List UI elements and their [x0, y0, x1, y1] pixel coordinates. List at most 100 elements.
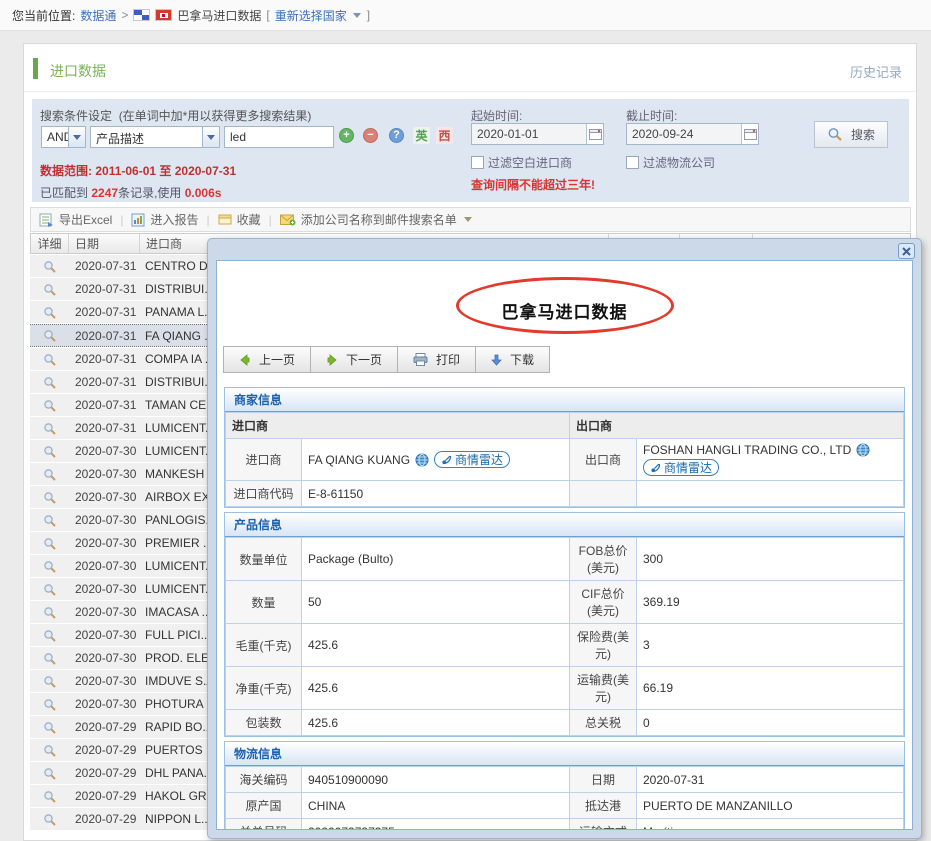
importer-radar-badge[interactable]: 商情雷达 — [434, 451, 510, 468]
search-conditions-box: 搜索条件设定 (在单词中加*用以获得更多搜索结果) AND 产品描述 + − ?… — [32, 99, 909, 202]
view-detail-icon — [43, 468, 56, 481]
field-value: Marítimo — [637, 819, 904, 831]
importer-name: FA QIANG KUANG — [308, 453, 410, 467]
detail-cell[interactable] — [30, 329, 68, 342]
detail-cell[interactable] — [30, 283, 68, 296]
globe-icon[interactable] — [856, 443, 870, 457]
detail-cell[interactable] — [30, 399, 68, 412]
reselect-country-link[interactable]: 重新选择国家 — [275, 7, 347, 24]
favorite-button[interactable]: 收藏 — [218, 211, 261, 228]
detail-cell[interactable] — [30, 514, 68, 527]
view-detail-icon — [43, 583, 56, 596]
detail-cell[interactable] — [30, 260, 68, 273]
results-toolbar: 导出Excel | 进入报告 | 收藏 | 添加公司名称到邮件搜索名单 — [30, 207, 911, 232]
keyword-input[interactable] — [224, 126, 334, 148]
favorite-label: 收藏 — [237, 211, 261, 228]
calendar-icon[interactable] — [741, 124, 758, 144]
field-label: 原产国 — [226, 793, 302, 819]
detail-cell[interactable] — [30, 721, 68, 734]
detail-cell[interactable] — [30, 629, 68, 642]
exporter-column-header: 出口商 — [570, 413, 904, 439]
add-company-to-mail-button[interactable]: 添加公司名称到邮件搜索名单 — [280, 211, 472, 228]
field-label: 总关税 — [570, 710, 637, 736]
detail-cell[interactable] — [30, 537, 68, 550]
search-button[interactable]: 搜索 — [814, 121, 888, 148]
add-company-to-mail-label: 添加公司名称到邮件搜索名单 — [301, 211, 457, 228]
date-cell: 2020-07-30 — [68, 467, 139, 481]
start-date-label: 起始时间: — [471, 107, 522, 124]
field-label: 毛重(千克) — [226, 624, 302, 667]
view-detail-icon — [43, 422, 56, 435]
importer-code-label: 进口商代码 — [226, 481, 302, 507]
detail-cell[interactable] — [30, 606, 68, 619]
match-count: 2247 — [91, 186, 118, 200]
exporter-radar-badge[interactable]: 商情雷达 — [643, 459, 719, 476]
detail-cell[interactable] — [30, 560, 68, 573]
detail-cell[interactable] — [30, 698, 68, 711]
field-label: 日期 — [570, 767, 637, 793]
detail-cell[interactable] — [30, 491, 68, 504]
add-condition-icon[interactable]: + — [339, 128, 354, 143]
radar-badge-label: 商情雷达 — [455, 451, 503, 468]
radar-icon — [650, 462, 661, 473]
prev-page-button[interactable]: 上一页 — [223, 346, 311, 373]
close-icon[interactable] — [898, 243, 915, 259]
export-excel-button[interactable]: 导出Excel — [39, 211, 112, 228]
product-section: 产品信息 数量单位Package (Bulto)FOB总价(美元)300数量50… — [224, 512, 905, 737]
logistics-row: 海关编码940510900090日期2020-07-31 — [226, 767, 904, 793]
detail-cell[interactable] — [30, 468, 68, 481]
help-icon[interactable]: ? — [389, 128, 404, 143]
end-date-input[interactable]: 2020-09-24 — [626, 123, 759, 145]
view-detail-icon — [43, 721, 56, 734]
merchant-section-title: 商家信息 — [225, 388, 904, 412]
bool-operator-select[interactable]: AND — [41, 126, 86, 148]
field-label: CIF总价(美元) — [570, 581, 637, 624]
lang-spanish-button[interactable]: 西 — [436, 127, 453, 144]
detail-cell[interactable] — [30, 376, 68, 389]
merchant-row: 进口商 FA QIANG KUANG 商情雷达 出口商 — [226, 439, 904, 481]
print-button[interactable]: 打印 — [397, 346, 476, 373]
next-page-button[interactable]: 下一页 — [310, 346, 398, 373]
start-date-input[interactable]: 2020-01-01 — [471, 123, 604, 145]
range-notice: 查询间隔不能超过三年! — [471, 176, 595, 193]
detail-cell[interactable] — [30, 422, 68, 435]
breadcrumb-home-link[interactable]: 数据通 — [80, 7, 116, 24]
importer-column-header: 进口商 — [226, 413, 570, 439]
detail-cell[interactable] — [30, 790, 68, 803]
detail-cell[interactable] — [30, 813, 68, 826]
remove-condition-icon[interactable]: − — [363, 128, 378, 143]
view-detail-icon — [43, 260, 56, 273]
column-header-date[interactable]: 日期 — [69, 234, 140, 253]
globe-icon[interactable] — [415, 453, 429, 467]
printer-icon — [413, 353, 428, 366]
date-cell: 2020-07-30 — [68, 490, 139, 504]
column-header-detail[interactable]: 详细 — [31, 234, 69, 253]
enter-report-button[interactable]: 进入报告 — [131, 211, 198, 228]
detail-cell[interactable] — [30, 306, 68, 319]
detail-cell[interactable] — [30, 767, 68, 780]
filter-blank-importer-label: 过滤空白进口商 — [488, 156, 572, 170]
logistics-section-title: 物流信息 — [225, 742, 904, 766]
detail-cell[interactable] — [30, 583, 68, 596]
product-row: 数量50CIF总价(美元)369.19 — [226, 581, 904, 624]
calendar-icon[interactable] — [586, 124, 603, 144]
detail-cell[interactable] — [30, 675, 68, 688]
date-cell: 2020-07-30 — [68, 628, 139, 642]
detail-cell[interactable] — [30, 744, 68, 757]
field-label: 保险费(美元) — [570, 624, 637, 667]
detail-cell[interactable] — [30, 445, 68, 458]
detail-cell[interactable] — [30, 353, 68, 366]
view-detail-icon — [43, 399, 56, 412]
checkbox-filter-logistics[interactable] — [626, 156, 639, 169]
download-button[interactable]: 下载 — [475, 346, 550, 373]
mail-icon — [280, 214, 296, 226]
history-link[interactable]: 历史记录 — [850, 62, 902, 81]
empty-label-cell — [570, 481, 637, 507]
search-field-select[interactable]: 产品描述 — [90, 126, 220, 148]
lang-english-button[interactable]: 英 — [413, 127, 430, 144]
toolbar-divider: | — [207, 213, 210, 227]
next-page-label: 下一页 — [346, 351, 382, 368]
date-cell: 2020-07-29 — [68, 812, 139, 826]
detail-cell[interactable] — [30, 652, 68, 665]
checkbox-filter-blank-importer[interactable] — [471, 156, 484, 169]
